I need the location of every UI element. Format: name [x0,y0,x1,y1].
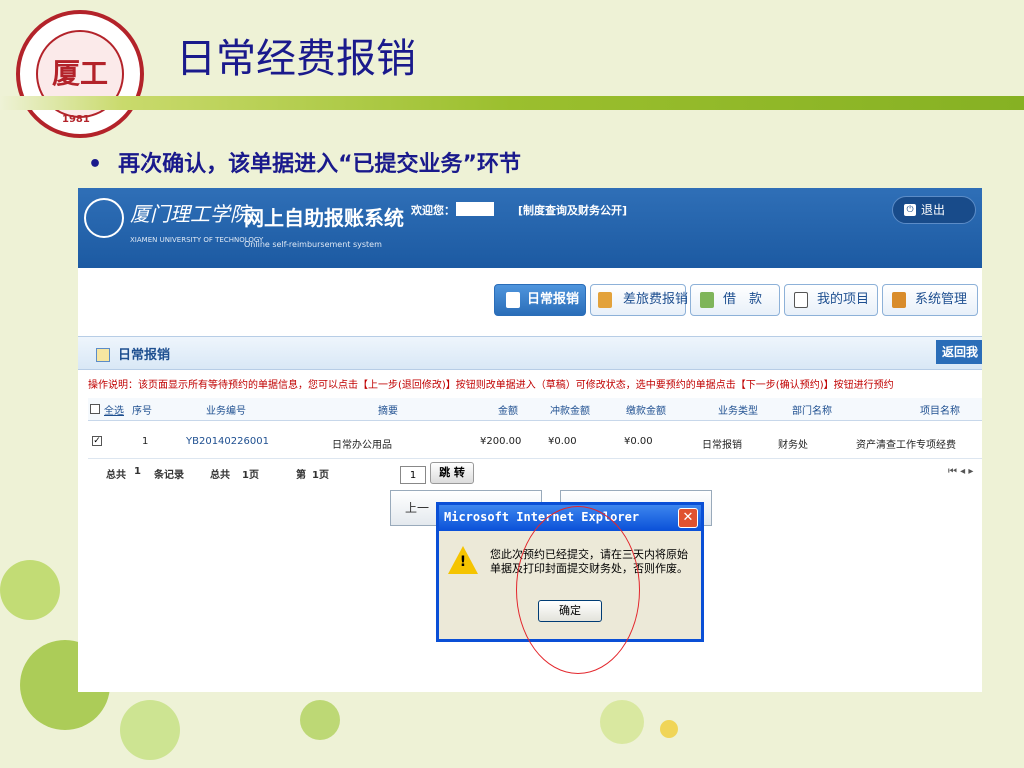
row-offset: ¥0.00 [548,436,577,447]
app-screenshot: 厦门理工学院 XIAMEN UNIVERSITY OF TECHNOLOGY 网… [78,188,982,692]
warning-icon-mark: ! [459,554,467,570]
col-type: 业务类型 [718,406,758,417]
operation-instruction: 操作说明：该页面显示所有等待预约的单据信息，您可以点击【上一步(退回修改)】按钮… [88,380,894,391]
pager-total-records: 1 [134,466,141,477]
decor-clover-6 [660,720,678,738]
col-payment: 缴款金额 [626,406,666,417]
slide-title: 日常经费报销 [176,36,416,82]
decor-clover-5 [600,700,644,744]
highlight-circle [516,506,640,674]
pager-total-label: 总共 [106,470,126,481]
bus-icon [598,292,612,308]
welcome-text: 欢迎您： [411,204,455,217]
policy-link[interactable]: [制度查询及财务公开] [518,202,627,218]
decor-clover-1 [0,560,60,620]
row-payment: ¥0.00 [624,436,653,447]
row-summary: 日常办公用品 [332,440,392,451]
title-divider [0,96,1024,110]
col-summary: 摘要 [378,406,398,417]
col-dept: 部门名称 [792,406,832,417]
bullet-dot: • [88,152,103,177]
pager-current-label: 第 [296,470,306,481]
jump-button[interactable]: 跳 转 [430,462,474,484]
row-dept: 财务处 [778,440,808,451]
col-project: 项目名称 [920,406,960,417]
bullet-text: 再次确认，该单据进入“已提交业务”环节 [118,152,521,177]
app-system-title: 网上自助报账系统 [244,206,404,230]
pager-total-pages: 1页 [242,470,259,481]
pager-current-page: 1页 [312,470,329,481]
col-index: 序号 [132,406,152,417]
row-type: 日常报销 [702,440,742,451]
select-all-checkbox[interactable] [90,404,100,414]
row-index: 1 [142,436,149,447]
row-project: 资产清查工作专项经费 [856,440,956,451]
panel-header [78,336,982,370]
row-biz-no[interactable]: YB20140226001 [186,436,269,447]
loan-icon [700,292,714,308]
list-icon [794,292,808,308]
university-logo-glyph: 厦工 [51,57,108,90]
settings-icon [892,292,906,308]
back-button[interactable]: 返回我 [936,340,982,364]
col-amount: 金额 [498,406,518,417]
panel-title: 日常报销 [118,348,171,363]
pager-nav-arrows[interactable]: ⏮ ◂ ▸ [948,466,973,477]
close-icon[interactable]: ✕ [678,508,698,528]
panel-folder-icon [96,348,110,362]
decor-clover-3 [120,700,180,760]
university-logo-year: 1981 [62,114,90,125]
slide-bullet: • 再次确认，该单据进入“已提交业务”环节 [88,146,521,178]
pager-pages-label: 总共 [210,470,230,481]
pager-records-unit: 条记录 [154,470,184,481]
col-offset: 冲款金额 [550,406,590,417]
decor-clover-4 [300,700,340,740]
row-amount: ¥200.00 [480,436,522,447]
page-number-input[interactable]: 1 [400,466,426,484]
row-checkbox[interactable]: ✓ [92,436,102,446]
username-redacted [456,202,494,216]
select-all-label[interactable]: 全选 [104,402,124,417]
power-icon: ⏻ [904,204,916,216]
app-school-logo [84,198,124,238]
app-school-name: 厦门理工学院 [130,202,250,226]
col-biz-no: 业务编号 [206,406,246,417]
document-icon [506,292,520,308]
app-system-subtitle: Online self-reimbursement system [244,240,382,249]
